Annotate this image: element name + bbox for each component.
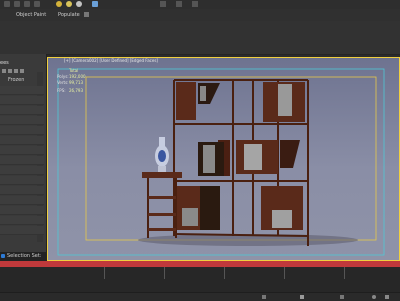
stop-icon[interactable]: [340, 295, 344, 299]
frozen-column-header[interactable]: Frozen: [8, 77, 24, 83]
ribbon-tabs: Object Paint Populate: [0, 9, 400, 21]
curve-icon[interactable]: [176, 1, 182, 7]
list-item[interactable]: [0, 216, 44, 225]
display-all-icon[interactable]: [14, 69, 18, 73]
render-icon[interactable]: [92, 1, 98, 7]
viewport-stats: Total Polys:192,000 Verts:99,713 FPS: 26,…: [57, 68, 86, 94]
populate-tab[interactable]: Populate: [58, 9, 80, 21]
list-item[interactable]: [0, 96, 44, 105]
paint-icon[interactable]: [56, 1, 62, 7]
zoom-icon[interactable]: [372, 295, 376, 299]
invert-icon[interactable]: [20, 69, 24, 73]
list-item[interactable]: [0, 116, 44, 125]
list-item[interactable]: [0, 196, 44, 205]
move-icon[interactable]: [14, 1, 20, 7]
selection-set-bar[interactable]: Selection Set:: [0, 252, 48, 261]
stats-row: FPS: 26,793: [57, 88, 83, 93]
list-item[interactable]: [0, 166, 44, 175]
timeline-tick: [344, 267, 345, 279]
rotate-icon[interactable]: [24, 1, 30, 7]
key-icon[interactable]: [262, 295, 266, 299]
light-icon[interactable]: [66, 1, 72, 7]
explorer-toolbar: [0, 68, 40, 74]
ribbon-toggle-icon[interactable]: [84, 12, 89, 17]
list-item[interactable]: [0, 126, 44, 135]
stats-row: Verts:99,713: [57, 80, 83, 85]
timeline-tick: [164, 267, 165, 279]
scene-explorer-title: ees: [0, 60, 9, 66]
object-paint-tab[interactable]: Object Paint: [16, 9, 46, 21]
list-item[interactable]: [0, 226, 44, 235]
schematic-icon[interactable]: [192, 1, 198, 7]
ribbon-panel: [0, 21, 400, 55]
camera-viewport[interactable]: [47, 57, 400, 261]
selection-set-icon: [1, 254, 5, 258]
side-table: [142, 172, 182, 238]
timeline-tick: [284, 267, 285, 279]
list-item[interactable]: [0, 86, 44, 95]
pan-icon[interactable]: [385, 295, 389, 299]
filter-icon[interactable]: [2, 69, 6, 73]
timeline-tick: [104, 267, 105, 279]
play-icon[interactable]: [300, 295, 304, 299]
track-bar[interactable]: [0, 267, 400, 292]
selection-set-label: Selection Set:: [7, 253, 42, 259]
list-item[interactable]: [0, 206, 44, 215]
list-item[interactable]: [0, 146, 44, 155]
list-item[interactable]: [0, 136, 44, 145]
shelf-boxes: [176, 82, 305, 230]
safe-frame-inner: [85, 76, 377, 241]
display-none-icon[interactable]: [8, 69, 12, 73]
timeline-tick: [224, 267, 225, 279]
list-item[interactable]: [0, 176, 44, 185]
select-icon[interactable]: [4, 1, 10, 7]
viewport-scene: [57, 68, 385, 256]
list-item[interactable]: [0, 186, 44, 195]
list-item[interactable]: [0, 156, 44, 165]
viewport-label[interactable]: [+] [Camera002] [User Defined] [Edged Fa…: [64, 58, 158, 63]
scale-icon[interactable]: [34, 1, 40, 7]
material-icon[interactable]: [160, 1, 166, 7]
teapot-icon[interactable]: [76, 1, 82, 7]
vase: [155, 137, 169, 172]
list-item[interactable]: [0, 106, 44, 115]
